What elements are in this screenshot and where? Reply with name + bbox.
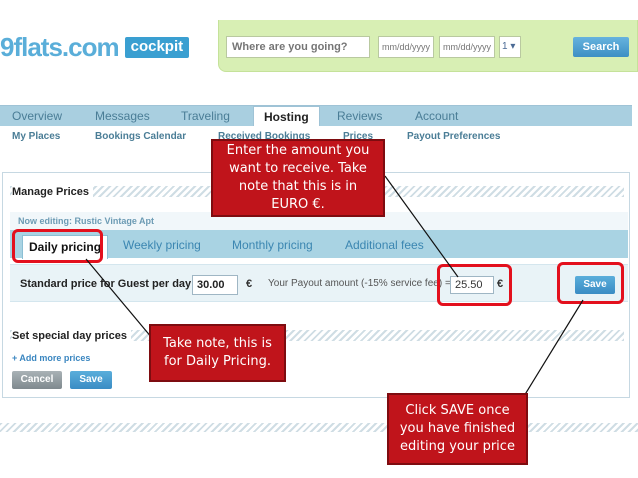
callout-daily-text: Take note, this is for Daily Pricing. <box>163 336 272 369</box>
save-callout-line <box>520 299 584 402</box>
amount-callout-line <box>384 175 459 278</box>
callout-daily: Take note, this is for Daily Pricing. <box>149 324 286 382</box>
callout-save-text: Click SAVE once you have finished editin… <box>399 403 516 454</box>
daily-callout-line <box>85 258 153 339</box>
callout-lines <box>85 175 584 402</box>
callout-amount-text: Enter the amount you want to receive. Ta… <box>226 143 370 212</box>
callout-amount: Enter the amount you want to receive. Ta… <box>211 139 385 217</box>
callout-save: Click SAVE once you have finished editin… <box>387 393 528 465</box>
